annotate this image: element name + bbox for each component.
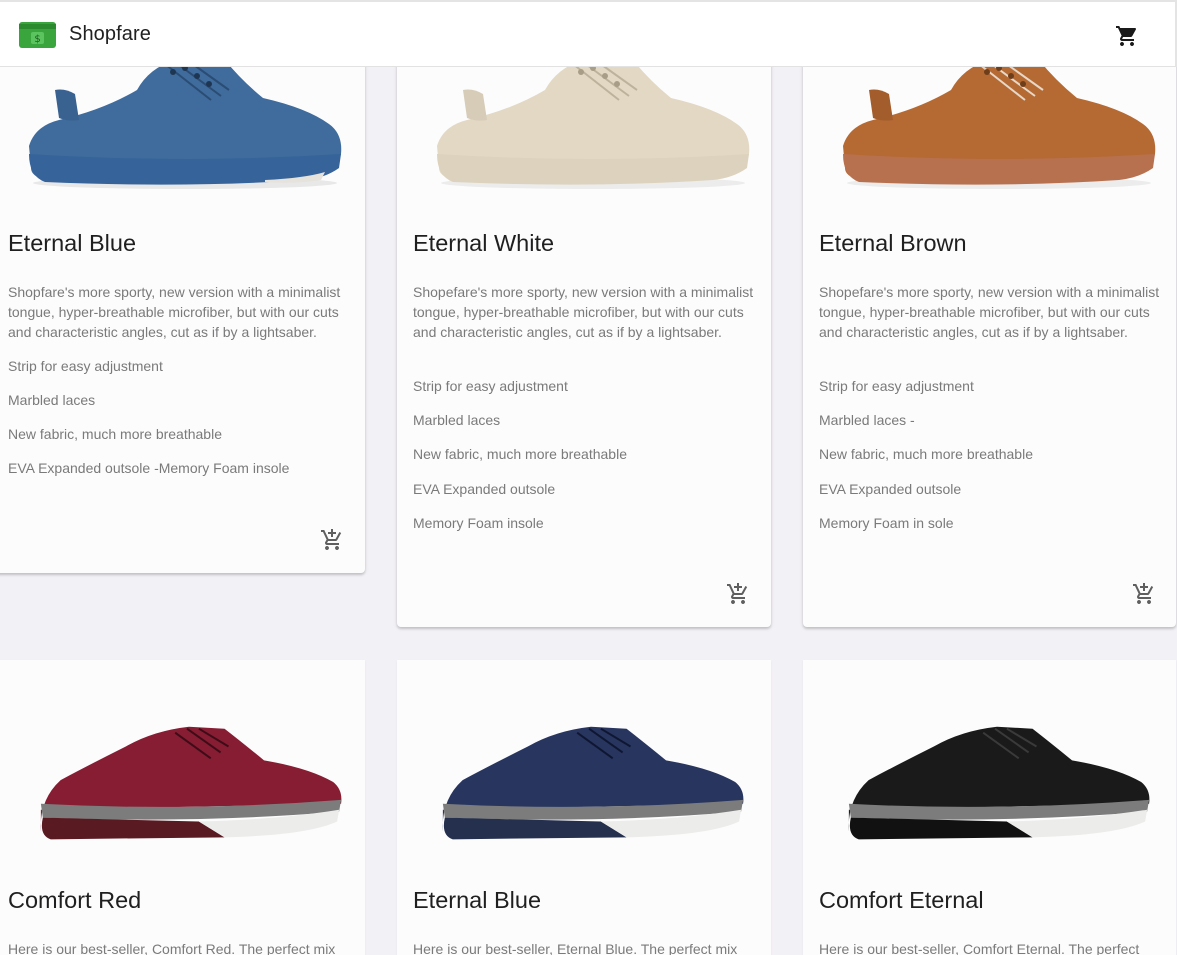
product-description-preview: Here is our best-seller, Eternal Blue. T… — [413, 941, 738, 955]
product-feature: Memory Foam in sole — [819, 515, 954, 531]
product-image-eternal-blue[interactable] — [25, 50, 345, 190]
app-title[interactable]: Shopfare — [69, 23, 151, 46]
product-card-eternal-blue-2: Eternal Blue Here is our best-seller, Et… — [397, 660, 771, 955]
product-card-comfort-red: Comfort Red Here is our best-seller, Com… — [0, 660, 365, 955]
product-title: Eternal Blue — [413, 887, 542, 913]
product-feature: EVA Expanded outsole — [819, 481, 962, 497]
add-to-cart-icon[interactable] — [726, 582, 750, 606]
shopping-cart-icon[interactable] — [1115, 24, 1139, 48]
product-feature: Strip for easy adjustment — [8, 358, 163, 374]
product-image-eternal-blue-navy[interactable] — [433, 720, 749, 850]
app-bar: $ Shopfare — [0, 0, 1177, 67]
product-feature: EVA Expanded outsole — [413, 481, 556, 497]
product-feature: New fabric, much more breathable — [8, 426, 222, 442]
product-feature: New fabric, much more breathable — [413, 446, 627, 462]
product-feature: New fabric, much more breathable — [819, 446, 1033, 462]
product-image-eternal-brown[interactable] — [839, 50, 1159, 190]
svg-text:$: $ — [34, 34, 40, 45]
product-feature: Marbled laces - — [819, 412, 915, 428]
product-image-eternal-white[interactable] — [433, 50, 753, 190]
product-feature: Strip for easy adjustment — [819, 378, 974, 394]
product-title: Comfort Red — [8, 887, 142, 913]
product-image-comfort-red[interactable] — [31, 720, 347, 850]
product-feature: Strip for easy adjustment — [413, 378, 568, 394]
product-card-eternal-blue: Eternal Blue Shopfare's more sporty, new… — [0, 50, 365, 573]
banknote-logo-icon[interactable]: $ — [19, 22, 56, 48]
product-title: Eternal White — [413, 230, 555, 256]
product-card-eternal-white: Eternal White Shopefare's more sporty, n… — [397, 50, 771, 627]
product-description: Shopefare's more sporty, new version wit… — [819, 284, 1160, 340]
product-feature: Marbled laces — [8, 392, 96, 408]
product-card-comfort-eternal: Comfort Eternal Here is our best-seller,… — [803, 660, 1176, 955]
product-description-preview: Here is our best-seller, Comfort Eternal… — [819, 941, 1140, 955]
product-description: Shopfare's more sporty, new version with… — [8, 284, 341, 340]
shop-page: Eternal Blue Shopfare's more sporty, new… — [0, 0, 1177, 955]
add-to-cart-icon[interactable] — [1132, 582, 1156, 606]
product-title: Eternal Blue — [8, 230, 137, 256]
product-title: Comfort Eternal — [819, 887, 984, 913]
product-description-preview: Here is our best-seller, Comfort Red. Th… — [8, 941, 336, 955]
product-feature: EVA Expanded outsole -Memory Foam insole — [8, 460, 290, 476]
product-title: Eternal Brown — [819, 230, 967, 256]
product-feature: Marbled laces — [413, 412, 501, 428]
product-description: Shopefare's more sporty, new version wit… — [413, 284, 754, 340]
product-image-comfort-eternal[interactable] — [839, 720, 1155, 850]
add-to-cart-icon[interactable] — [320, 528, 344, 552]
product-card-eternal-brown: Eternal Brown Shopefare's more sporty, n… — [803, 50, 1176, 627]
product-feature: Memory Foam insole — [413, 515, 544, 531]
